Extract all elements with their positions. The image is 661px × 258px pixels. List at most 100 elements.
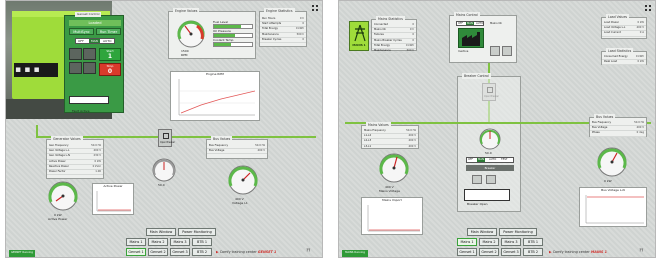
brand-label: ▶ Comfy training center GENSET 1 bbox=[216, 250, 276, 254]
brand-name: MAINS 1 bbox=[590, 250, 607, 254]
breaker-mode-off[interactable]: OFF bbox=[468, 158, 473, 162]
breaker-mode-selector[interactable]: OFF MAN AUTO TEST bbox=[466, 157, 514, 163]
fullscreen-icon[interactable] bbox=[645, 5, 651, 11]
btb-2-button[interactable]: BTB 2 bbox=[523, 248, 543, 256]
genset-2-button[interactable]: Genset 2 bbox=[479, 248, 499, 256]
mode-auto[interactable]: AUTO bbox=[103, 39, 111, 43]
bus-riser bbox=[36, 125, 38, 137]
table-row: Peak Load 0 kW bbox=[602, 60, 646, 66]
mains-values-title: Mains Values bbox=[366, 122, 391, 128]
breaker-control-title: Breaker Control bbox=[462, 73, 491, 79]
main-window-button[interactable]: Main Window bbox=[146, 228, 176, 236]
breaker-label: Open Breaker bbox=[160, 141, 176, 144]
rpm-gauge-unit: RPM bbox=[181, 53, 188, 57]
breaker-mode-test[interactable]: TEST bbox=[501, 158, 507, 162]
load-statistics-panel: Load Statistics Consumed Energy 0 kWh Pea… bbox=[601, 48, 647, 66]
mains-import-plot bbox=[367, 205, 420, 232]
coolant-temp-bar bbox=[213, 42, 253, 47]
engine-values-title: Engine Values bbox=[173, 8, 200, 14]
logo-icon: ▶ bbox=[549, 250, 552, 254]
mains-control-state: Inactive bbox=[458, 50, 469, 53]
mains-badge[interactable]: MAINS 1 bbox=[349, 21, 369, 51]
load-values-panel: Load Values Load Power 0 kW Load Voltage … bbox=[601, 14, 647, 39]
breaker-icon[interactable]: Open Breaker bbox=[158, 129, 176, 147]
engine-rpm-chart-title: Engine RPM bbox=[206, 72, 224, 76]
engine-values-panel: Engine Values 1500 RPM Fuel Level Oil Pr… bbox=[168, 8, 256, 59]
mains-control-button-2[interactable] bbox=[502, 46, 512, 56]
mains-mode-off[interactable]: OFF bbox=[458, 22, 463, 25]
tower-icon: ꟸ bbox=[306, 247, 311, 256]
genset-3-button[interactable]: Genset 3 bbox=[501, 248, 521, 256]
table-row: Bus Voltage 400 V bbox=[207, 149, 267, 155]
btb-1-button[interactable]: BTB 1 bbox=[523, 238, 543, 246]
genset-3-button[interactable]: Genset 3 bbox=[170, 248, 190, 256]
btb-1-button[interactable]: BTB 1 bbox=[192, 238, 212, 246]
bus-values-panel: Bus Values Bus Frequency 50.0 Hz Bus Volt… bbox=[206, 136, 268, 159]
genset-mini-button-2[interactable] bbox=[83, 48, 96, 60]
frequency-gauge bbox=[479, 128, 501, 150]
breaker-mini-button-2[interactable] bbox=[486, 175, 496, 184]
power-monitoring-button[interactable]: Power Monitoring bbox=[499, 228, 537, 236]
bus-voltage-plot bbox=[585, 195, 644, 224]
breaker-note-box: Breaker Open bbox=[464, 189, 510, 206]
brand-name: GENSET 1 bbox=[257, 250, 277, 254]
tab-multisync[interactable]: MultiSync bbox=[69, 28, 94, 35]
mains-mode-auto[interactable]: AUTO bbox=[476, 22, 483, 25]
genset-mini-button-4[interactable] bbox=[83, 62, 96, 74]
mode-man[interactable]: MAN bbox=[89, 39, 100, 43]
genset-mini-button-3[interactable] bbox=[69, 62, 82, 74]
generator-values-panel: Generator Values Gen Frequency 50.0 Hz Ge… bbox=[46, 136, 104, 179]
bus-voltage-chart-title: Bus Voltage L-N bbox=[601, 188, 625, 192]
mains-1-button[interactable]: Mains 1 bbox=[457, 238, 477, 246]
genset-2-button[interactable]: Genset 2 bbox=[148, 248, 168, 256]
status-badge: GENSET Running bbox=[9, 250, 35, 257]
genset-1-button[interactable]: Genset 1 bbox=[457, 248, 477, 256]
genset-mode-selector[interactable]: OFF MAN AUTO bbox=[75, 38, 115, 44]
breaker-mode-auto[interactable]: AUTO bbox=[489, 158, 496, 162]
engine-statistics-panel: Engine Statistics Run Hours 0 h Start Att… bbox=[259, 8, 307, 47]
mains-mode-man[interactable]: MAN bbox=[466, 22, 474, 25]
start-button[interactable]: Start 1 bbox=[99, 48, 121, 61]
stop-button[interactable]: Stop 0 bbox=[99, 63, 121, 76]
mains-1-button[interactable]: Mains 1 bbox=[126, 238, 146, 246]
mains-control-panel: Mains Control OFF MAN AUTO Inactive Main… bbox=[449, 12, 517, 63]
tab-run-timer[interactable]: Run Timer bbox=[96, 28, 121, 35]
load-power-gauge-value: 0 kW bbox=[604, 179, 612, 183]
voltage-gauge-caption: Voltage L1 bbox=[232, 201, 248, 205]
fullscreen-icon[interactable] bbox=[312, 5, 318, 11]
mains-import-chart: Mains Import bbox=[361, 197, 423, 235]
btb-2-button[interactable]: BTB 2 bbox=[192, 248, 212, 256]
factory-icon bbox=[458, 28, 484, 48]
mains-import-chart-title: Mains Import bbox=[382, 198, 402, 202]
engine-rpm-line bbox=[180, 90, 256, 114]
mains-2-button[interactable]: Mains 2 bbox=[479, 238, 499, 246]
breaker-mini-button-1[interactable] bbox=[472, 175, 482, 184]
table-row: Power Factor 1.00 bbox=[47, 170, 103, 176]
genset-mini-button-1[interactable] bbox=[69, 48, 82, 60]
mains-screen: MAINS 1 Mains Statistics Connected 0 Main… bbox=[338, 0, 656, 258]
mains-control-button-1[interactable] bbox=[490, 46, 500, 56]
brand-label: ▶ Comfy training center MAINS 1 bbox=[549, 250, 607, 254]
bus-voltage-chart: Bus Voltage L-N bbox=[579, 187, 647, 227]
mains-3-button[interactable]: Mains 3 bbox=[170, 238, 190, 246]
genset-screen: ▪ ▪ ▪ Genset Control Loaded MultiSync Ru… bbox=[5, 0, 323, 258]
mains-3-button[interactable]: Mains 3 bbox=[501, 238, 521, 246]
brand-text: Comfy training center bbox=[552, 250, 590, 254]
bus-values-panel: Bus Values Bus Frequency 50.0 Hz Bus Volt… bbox=[589, 114, 647, 137]
mains-mode-selector[interactable]: OFF MAN AUTO bbox=[456, 21, 484, 26]
mains-badge-label: MAINS 1 bbox=[352, 43, 366, 47]
mains-2-button[interactable]: Mains 2 bbox=[148, 238, 168, 246]
table-row: Phase 0 deg bbox=[590, 131, 646, 137]
mains-values-panel: Mains Values Mains Frequency 50.0 Hz L1-L… bbox=[361, 122, 419, 150]
active-power-chart: Active Power bbox=[92, 183, 134, 215]
generator-values-title: Generator Values bbox=[51, 136, 83, 142]
genset-control-title: Genset Control bbox=[75, 12, 102, 17]
mode-off[interactable]: OFF bbox=[78, 39, 84, 43]
main-window-button[interactable]: Main Window bbox=[467, 228, 497, 236]
breaker-mode-man[interactable]: MAN bbox=[477, 158, 485, 162]
active-power-gauge bbox=[48, 181, 78, 211]
genset-1-button[interactable]: Genset 1 bbox=[126, 248, 146, 256]
status-badge: MAINS Running bbox=[342, 250, 368, 257]
mains-voltage-gauge bbox=[379, 153, 409, 183]
power-monitoring-button[interactable]: Power Monitoring bbox=[178, 228, 216, 236]
